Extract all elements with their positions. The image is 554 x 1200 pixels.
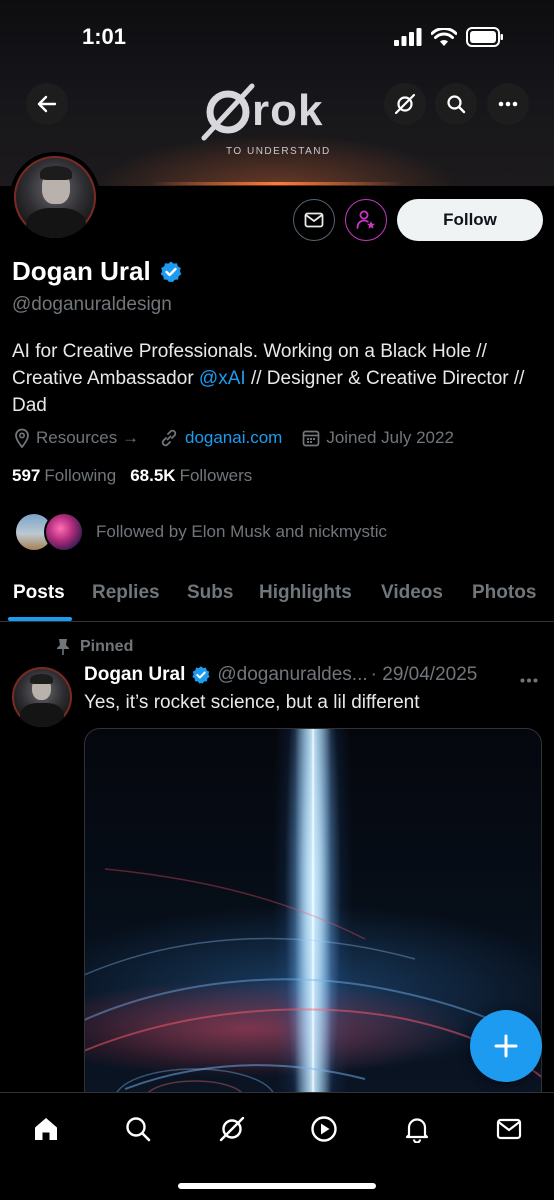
followed-by[interactable]: Followed by Elon Musk and nickmystic	[14, 512, 387, 552]
search-icon	[447, 95, 466, 114]
grok-logo-mark	[201, 83, 255, 141]
more-dots-icon	[520, 678, 538, 683]
grok-button[interactable]	[384, 83, 426, 125]
post-more-button[interactable]	[520, 670, 538, 688]
status-time: 1:01	[82, 24, 127, 49]
post-date: · 29/04/2025	[370, 664, 478, 685]
followers-count: 68.5K	[130, 466, 176, 485]
location-pin-icon	[15, 428, 29, 448]
followed-by-text: Followed by Elon Musk and nickmystic	[96, 522, 388, 541]
more-options-button[interactable]	[487, 83, 529, 125]
nav-messages[interactable]	[489, 1109, 529, 1149]
post-text: Yes, it’s rocket science, but a lil diff…	[84, 692, 420, 713]
pinned-label: Pinned	[56, 638, 133, 656]
verified-badge-icon[interactable]	[159, 260, 183, 284]
compose-post-button[interactable]	[470, 1010, 542, 1082]
follower-avatar	[44, 512, 84, 552]
grok-icon	[219, 1116, 245, 1142]
tab-videos[interactable]: Videos	[381, 582, 443, 604]
post-author-name[interactable]: Dogan Ural	[84, 664, 185, 686]
followers-count-link[interactable]: 68.5K Followers	[130, 466, 252, 486]
tab-posts[interactable]: Posts	[13, 582, 65, 604]
website-url: doganai.com	[184, 428, 283, 447]
nav-home[interactable]	[26, 1109, 66, 1149]
profile-avatar[interactable]	[10, 152, 100, 242]
home-icon	[35, 1118, 57, 1140]
tab-photos[interactable]: Photos	[472, 582, 536, 604]
profile-handle: @doganuraldesign	[12, 294, 172, 315]
pin-icon	[57, 639, 69, 655]
home-indicator[interactable]	[178, 1183, 376, 1189]
video-icon	[311, 1116, 337, 1142]
envelope-icon	[304, 212, 324, 228]
signal-icon	[394, 28, 422, 46]
resources-link[interactable]: Resources →	[14, 428, 139, 448]
status-bar: 1:01	[0, 0, 554, 70]
wifi-icon	[431, 27, 457, 46]
profile-tabs: Posts Replies Subs Highlights Videos Pho…	[0, 566, 554, 622]
tab-highlights[interactable]: Highlights	[259, 582, 352, 604]
subscribe-person-star-icon	[356, 210, 375, 229]
calendar-icon	[302, 430, 320, 447]
post-author-handle: @doganuraldes...	[217, 664, 368, 685]
active-tab-indicator	[8, 617, 72, 621]
messages-icon	[496, 1118, 522, 1140]
post-header: Dogan Ural @doganuraldes... · 29/04/2025	[84, 664, 477, 686]
nav-grok[interactable]	[212, 1109, 252, 1149]
resources-label: Resources →	[36, 428, 139, 447]
profile-bio: AI for Creative Professionals. Working o…	[12, 338, 542, 419]
grok-logo-word: rok	[252, 86, 324, 135]
following-label: Following	[44, 466, 117, 485]
search-button[interactable]	[435, 83, 477, 125]
subscribe-button[interactable]	[345, 199, 387, 241]
more-dots-icon	[498, 101, 518, 107]
following-count-link[interactable]: 597 Following	[12, 466, 116, 486]
notifications-icon	[405, 1118, 429, 1143]
profile-name: Dogan Ural	[12, 256, 151, 286]
bio-mention-link[interactable]: @xAI	[199, 368, 246, 389]
follow-counts: 597 Following 68.5K Followers	[12, 466, 252, 486]
plus-icon	[494, 1034, 518, 1058]
pinned-text: Pinned	[80, 638, 134, 655]
joined-label: Joined July 2022	[326, 428, 454, 447]
verified-badge-icon	[192, 666, 210, 684]
banner-glow	[150, 182, 404, 185]
link-icon	[161, 429, 177, 447]
joined-date: Joined July 2022	[302, 428, 454, 448]
profile-meta: Resources → doganai.com Joined July 2022	[14, 428, 474, 448]
following-count: 597	[12, 466, 41, 485]
grok-icon	[394, 93, 416, 115]
battery-icon	[466, 27, 503, 47]
nav-notifications[interactable]	[397, 1109, 437, 1149]
nav-search[interactable]	[118, 1109, 158, 1149]
status-icons	[394, 27, 504, 47]
tab-replies[interactable]: Replies	[92, 582, 160, 604]
followers-label: Followers	[179, 466, 253, 485]
grok-logo: rok TO UNDERSTAND	[200, 82, 360, 157]
back-arrow-icon	[37, 95, 57, 113]
message-button[interactable]	[293, 199, 335, 241]
grok-tagline: TO UNDERSTAND	[226, 146, 331, 157]
profile-name-row: Dogan Ural	[12, 256, 183, 287]
post-author-avatar[interactable]	[12, 667, 72, 727]
tab-subs[interactable]: Subs	[187, 582, 233, 604]
follow-button[interactable]: Follow	[397, 199, 543, 241]
search-icon	[126, 1117, 151, 1142]
nav-video[interactable]	[304, 1109, 344, 1149]
website-link[interactable]: doganai.com	[159, 428, 282, 448]
back-button[interactable]	[26, 83, 68, 125]
